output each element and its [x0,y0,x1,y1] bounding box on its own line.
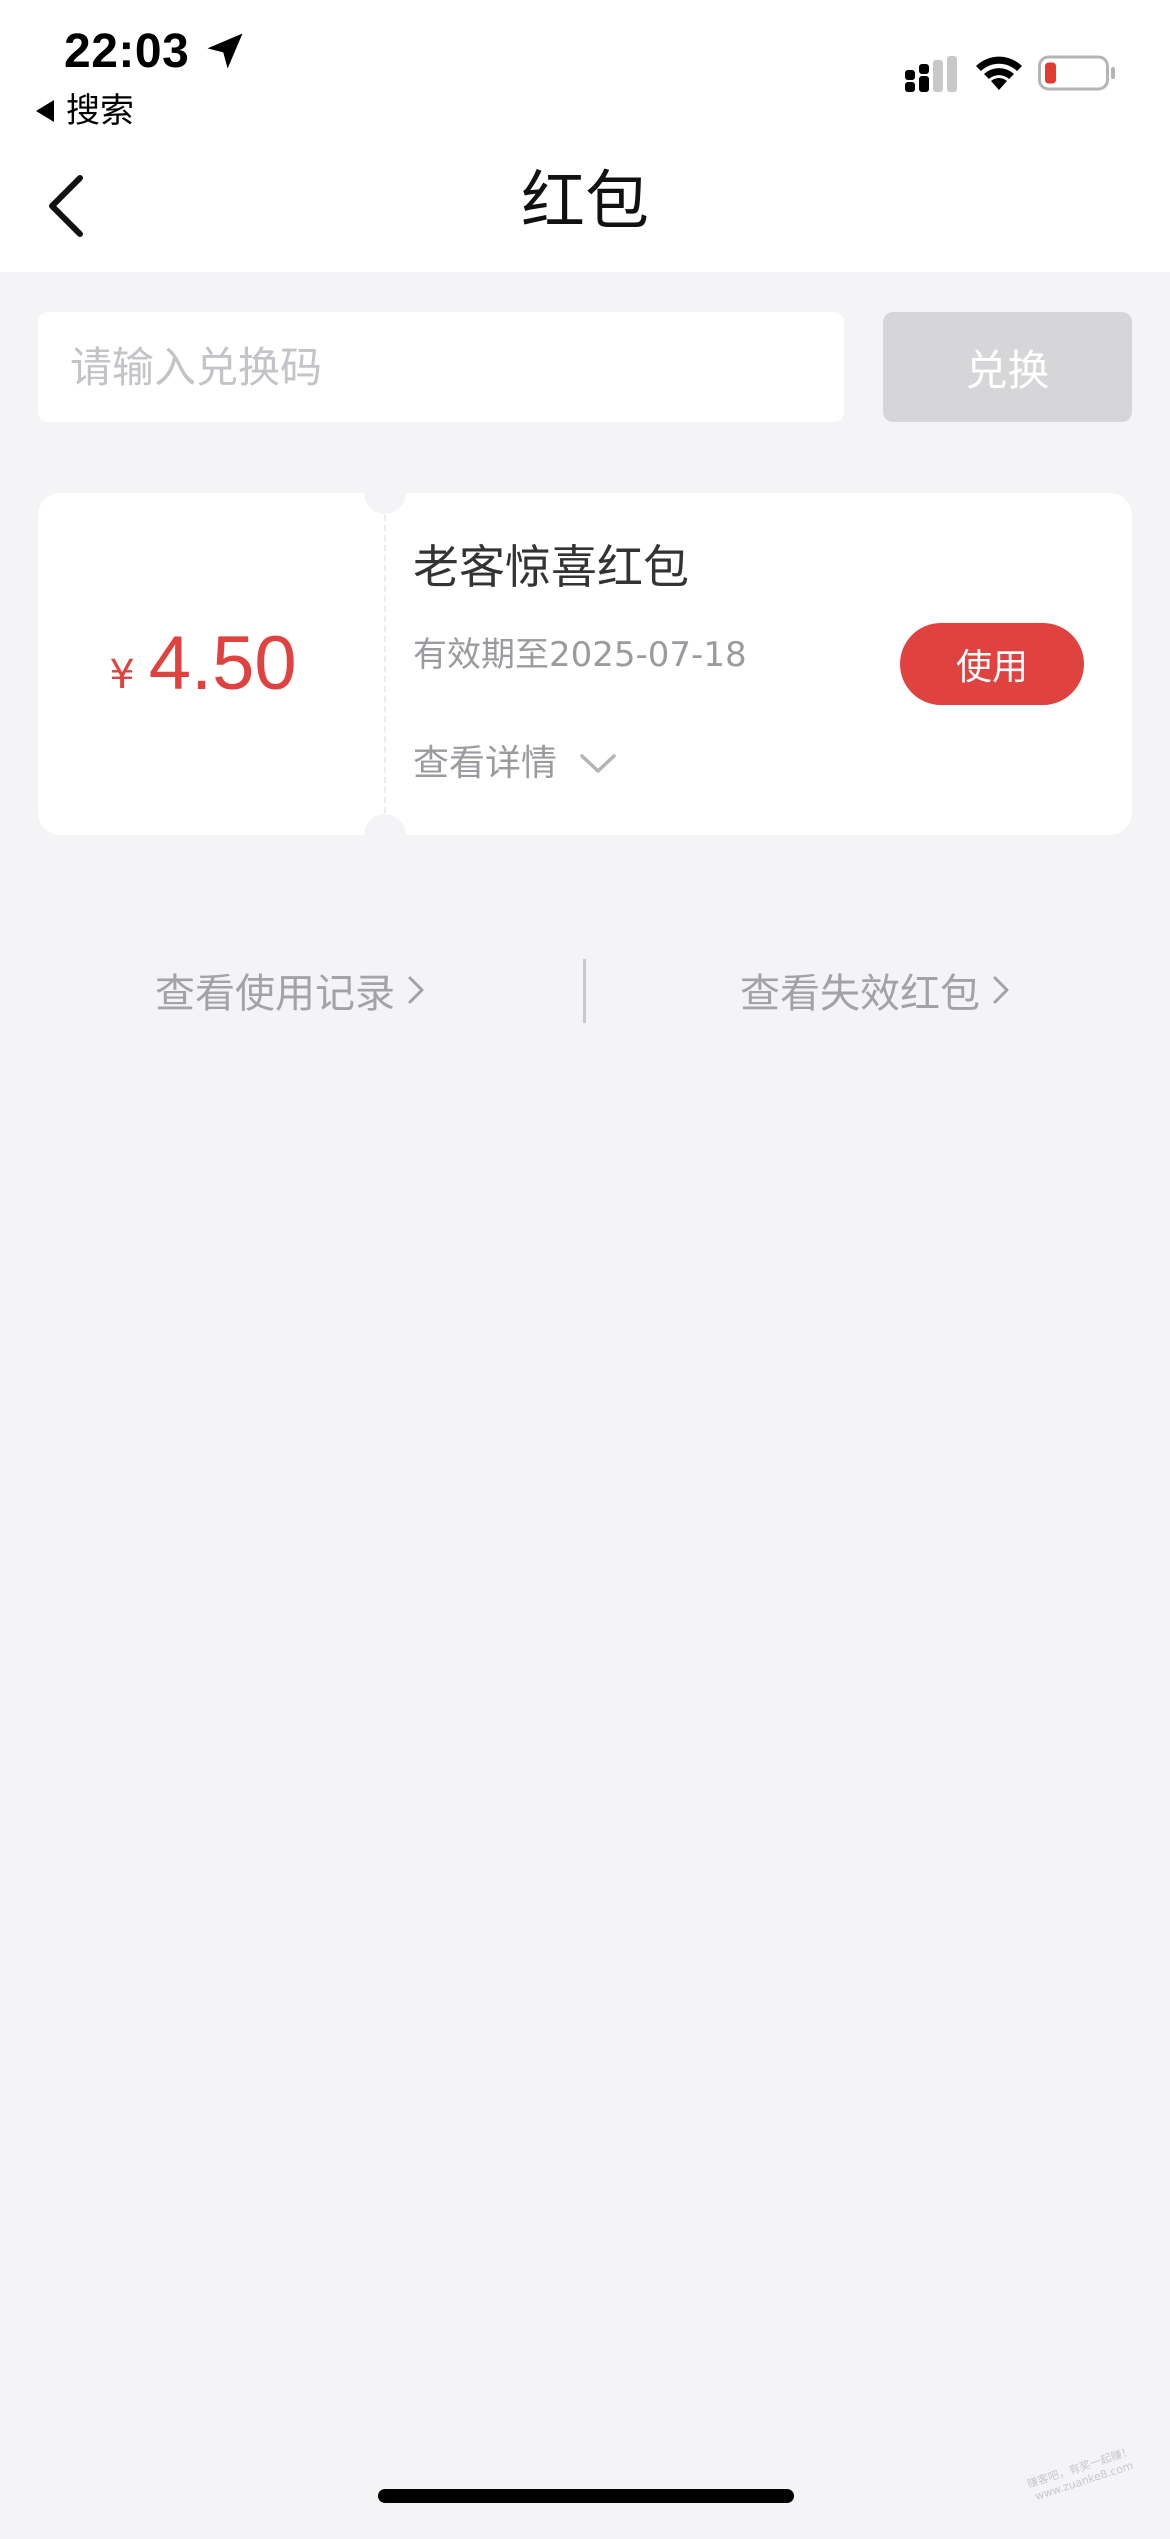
chevron-right-icon [408,976,424,1004]
use-coupon-button[interactable]: 使用 [900,623,1084,705]
link-divider [583,959,586,1023]
chevron-down-icon [580,754,616,773]
watermark: 赚客吧，有奖一起赚！ www.zuanke8.com [1016,2441,1158,2538]
home-indicator[interactable] [378,2489,794,2503]
back-to-app-label: 搜索 [66,91,134,131]
card-notch-bottom [364,814,406,856]
chevron-right-icon [993,976,1009,1004]
redeem-button[interactable]: 兑换 [883,312,1132,422]
wifi-icon [976,56,1022,90]
coupon-card: ¥ 4.50 老客惊喜红包 有效期至2025-07-18 查看详情 使用 [38,472,1132,856]
expired-coupons-link[interactable]: 查看失效红包 [740,955,1010,1025]
card-notch-top [364,472,406,514]
status-time: 22:03 [64,25,190,78]
expired-coupons-label: 查看失效红包 [740,971,980,1017]
coupon-amount: ¥ 4.50 [38,493,368,835]
coupon-title: 老客惊喜红包 [413,540,689,594]
page-title: 红包 [521,165,649,239]
currency-symbol: ¥ [109,652,135,698]
battery-low-icon [1038,55,1115,91]
location-arrow-icon [207,33,243,69]
back-to-app-link[interactable]: 搜索 [36,86,134,136]
usage-history-link[interactable]: 查看使用记录 [155,955,425,1025]
usage-history-label: 查看使用记录 [155,971,395,1017]
redeem-code-input[interactable] [38,312,844,422]
view-details-label: 查看详情 [413,743,558,784]
top-bar: 22:03 搜索 红包 [0,0,1170,272]
coupon-expiry: 有效期至2025-07-18 [413,635,747,675]
view-details-toggle[interactable]: 查看详情 [413,740,617,788]
bottom-links: 查看使用记录 查看失效红包 [0,955,1170,1025]
back-triangle-icon [36,100,54,122]
amount-value: 4.50 [148,621,297,706]
card-divider [384,515,386,813]
cellular-signal-icon [905,56,957,92]
